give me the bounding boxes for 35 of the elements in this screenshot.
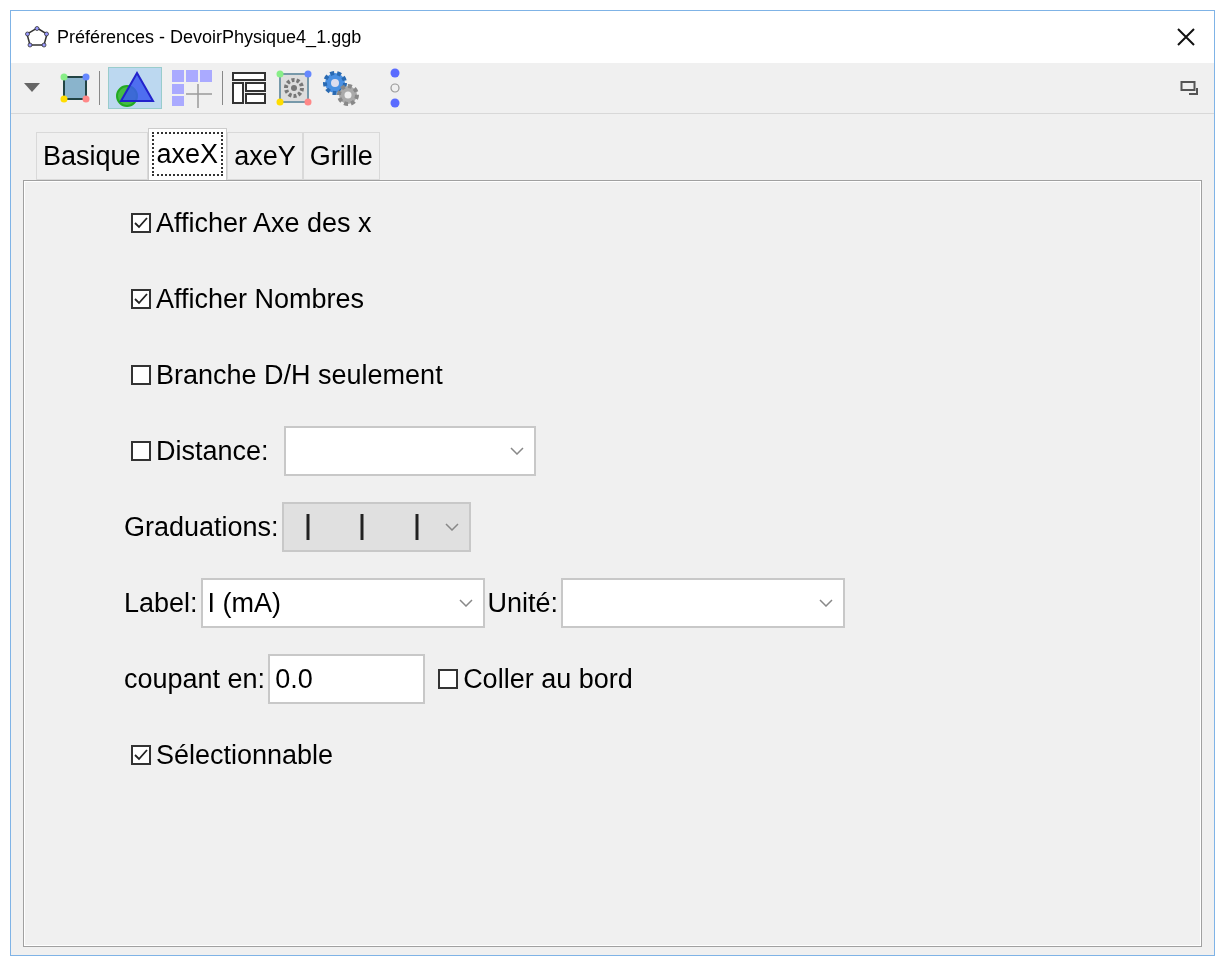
checkbox-label: Sélectionnable — [156, 738, 334, 772]
checkbox-label: Distance: — [156, 434, 269, 468]
tab[interactable]: axeX — [147, 128, 228, 180]
chevron-down-icon — [509, 447, 524, 455]
input-field[interactable]: 0.0 — [268, 654, 426, 704]
dropdown-triangle-icon[interactable] — [23, 82, 41, 94]
more-dots-icon[interactable] — [389, 68, 401, 108]
checkbox-label: Afficher Nombres — [156, 282, 365, 316]
app-icon — [25, 26, 49, 48]
checkbox[interactable] — [131, 289, 151, 309]
checkbox-label: Branche D/H seulement — [156, 358, 443, 392]
gears-icon[interactable] — [321, 69, 361, 107]
checkbox[interactable] — [131, 745, 151, 765]
chevron-down-icon — [819, 599, 834, 607]
restore-window-icon[interactable] — [1180, 79, 1200, 97]
field-label: Label: — [124, 586, 198, 620]
tab[interactable]: Grille — [302, 132, 380, 180]
polygon-view-icon[interactable] — [59, 72, 91, 104]
checkbox[interactable] — [438, 669, 459, 689]
graphics-view-button[interactable] — [108, 67, 162, 109]
layout-icon[interactable] — [231, 71, 267, 105]
checkbox[interactable] — [131, 441, 151, 461]
field-label: Graduations: — [124, 510, 279, 544]
chevron-down-icon — [444, 523, 459, 531]
chevron-down-icon — [458, 599, 473, 607]
window-title: Préférences - DevoirPhysique4_1.ggb — [57, 25, 362, 50]
field-label: Unité: — [487, 586, 559, 620]
tab[interactable]: axeY — [227, 132, 303, 180]
checkbox-label: Afficher Axe des x — [156, 206, 372, 240]
dropdown[interactable]: I (mA) — [200, 578, 485, 628]
checkbox[interactable] — [131, 365, 151, 385]
checkbox[interactable] — [131, 213, 151, 233]
tab[interactable]: Basique — [36, 132, 148, 180]
field-label: coupant en: — [124, 662, 266, 696]
checkbox-label: Coller au bord — [463, 662, 633, 696]
